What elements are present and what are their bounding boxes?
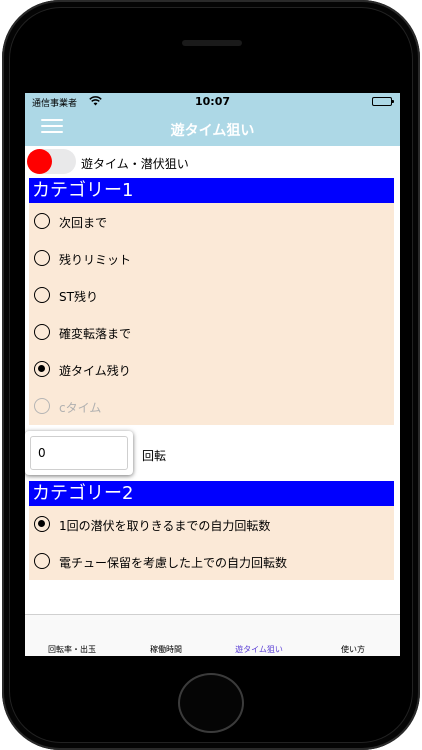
- radio-option-next[interactable]: 次回まで: [29, 203, 394, 240]
- radio-option-self-spins-reserve[interactable]: 電チュー保留を考慮した上での自力回転数: [29, 543, 394, 580]
- radio-button-selected[interactable]: [34, 516, 50, 532]
- radio-button[interactable]: [34, 287, 50, 303]
- page-title: 遊タイム狙い: [170, 123, 255, 139]
- radio-button[interactable]: [34, 213, 50, 229]
- radio-label: 確変転落まで: [59, 327, 132, 341]
- app-screen: 通信事業者 10:07 遊タイム狙い 遊タイム・潜伏狙い カテゴリー1 次回まで…: [25, 93, 400, 656]
- spin-unit-label: 回転: [142, 449, 167, 463]
- phone-frame: 通信事業者 10:07 遊タイム狙い 遊タイム・潜伏狙い カテゴリー1 次回まで…: [2, 0, 420, 750]
- radio-button[interactable]: [34, 250, 50, 266]
- radio-label: 残りリミット: [59, 253, 132, 267]
- category1-header: カテゴリー1: [29, 178, 394, 203]
- toggle-label: 遊タイム・潜伏狙い: [81, 157, 189, 171]
- tab-work-time[interactable]: 稼働時間: [119, 644, 213, 655]
- category1-options: 次回まで 残りリミット ST残り 確変転落まで 遊タイム残り cタイム: [29, 203, 394, 425]
- speaker-grille: [182, 40, 242, 46]
- radio-button-selected[interactable]: [34, 361, 50, 377]
- radio-button[interactable]: [34, 553, 50, 569]
- category2-options: 1回の潜伏を取りきるまでの自力回転数 電チュー保留を考慮した上での自力回転数: [29, 506, 394, 580]
- spin-count-input[interactable]: [30, 436, 128, 470]
- tab-rotation-rate[interactable]: 回転率・出玉: [25, 644, 119, 655]
- radio-button[interactable]: [34, 324, 50, 340]
- radio-option-self-spins-latent[interactable]: 1回の潜伏を取りきるまでの自力回転数: [29, 506, 394, 543]
- battery-icon: [372, 97, 394, 106]
- radio-label: cタイム: [59, 401, 102, 415]
- tab-bar: 回転率・出玉 稼働時間 遊タイム狙い 使い方: [25, 614, 400, 656]
- status-bar: 通信事業者 10:07: [25, 93, 400, 110]
- radio-label: 遊タイム残り: [59, 364, 131, 378]
- spin-count-row: 回転: [25, 428, 400, 478]
- navigation-bar: 遊タイム狙い: [25, 110, 400, 146]
- radio-option-kakuhen-drop[interactable]: 確変転落まで: [29, 314, 394, 351]
- radio-option-yutime-remaining[interactable]: 遊タイム残り: [29, 351, 394, 388]
- tab-yutime[interactable]: 遊タイム狙い: [212, 644, 306, 655]
- radio-label: 電チュー保留を考慮した上での自力回転数: [59, 556, 288, 570]
- toggle-knob: [27, 149, 52, 174]
- radio-button-disabled: [34, 398, 50, 414]
- status-time: 10:07: [194, 95, 230, 108]
- radio-option-remaining-limit[interactable]: 残りリミット: [29, 240, 394, 277]
- radio-option-st-remaining[interactable]: ST残り: [29, 277, 394, 314]
- yutime-toggle-switch[interactable]: [27, 149, 76, 174]
- radio-label: 1回の潜伏を取りきるまでの自力回転数: [59, 519, 271, 533]
- home-button[interactable]: [178, 673, 244, 733]
- category2-header: カテゴリー2: [29, 481, 394, 506]
- radio-option-c-time: cタイム: [29, 388, 394, 425]
- toggle-row: 遊タイム・潜伏狙い: [25, 146, 400, 178]
- radio-label: ST残り: [59, 290, 98, 304]
- radio-label: 次回まで: [59, 216, 108, 230]
- tab-how-to-use[interactable]: 使い方: [306, 644, 400, 655]
- spin-count-box: [25, 431, 133, 475]
